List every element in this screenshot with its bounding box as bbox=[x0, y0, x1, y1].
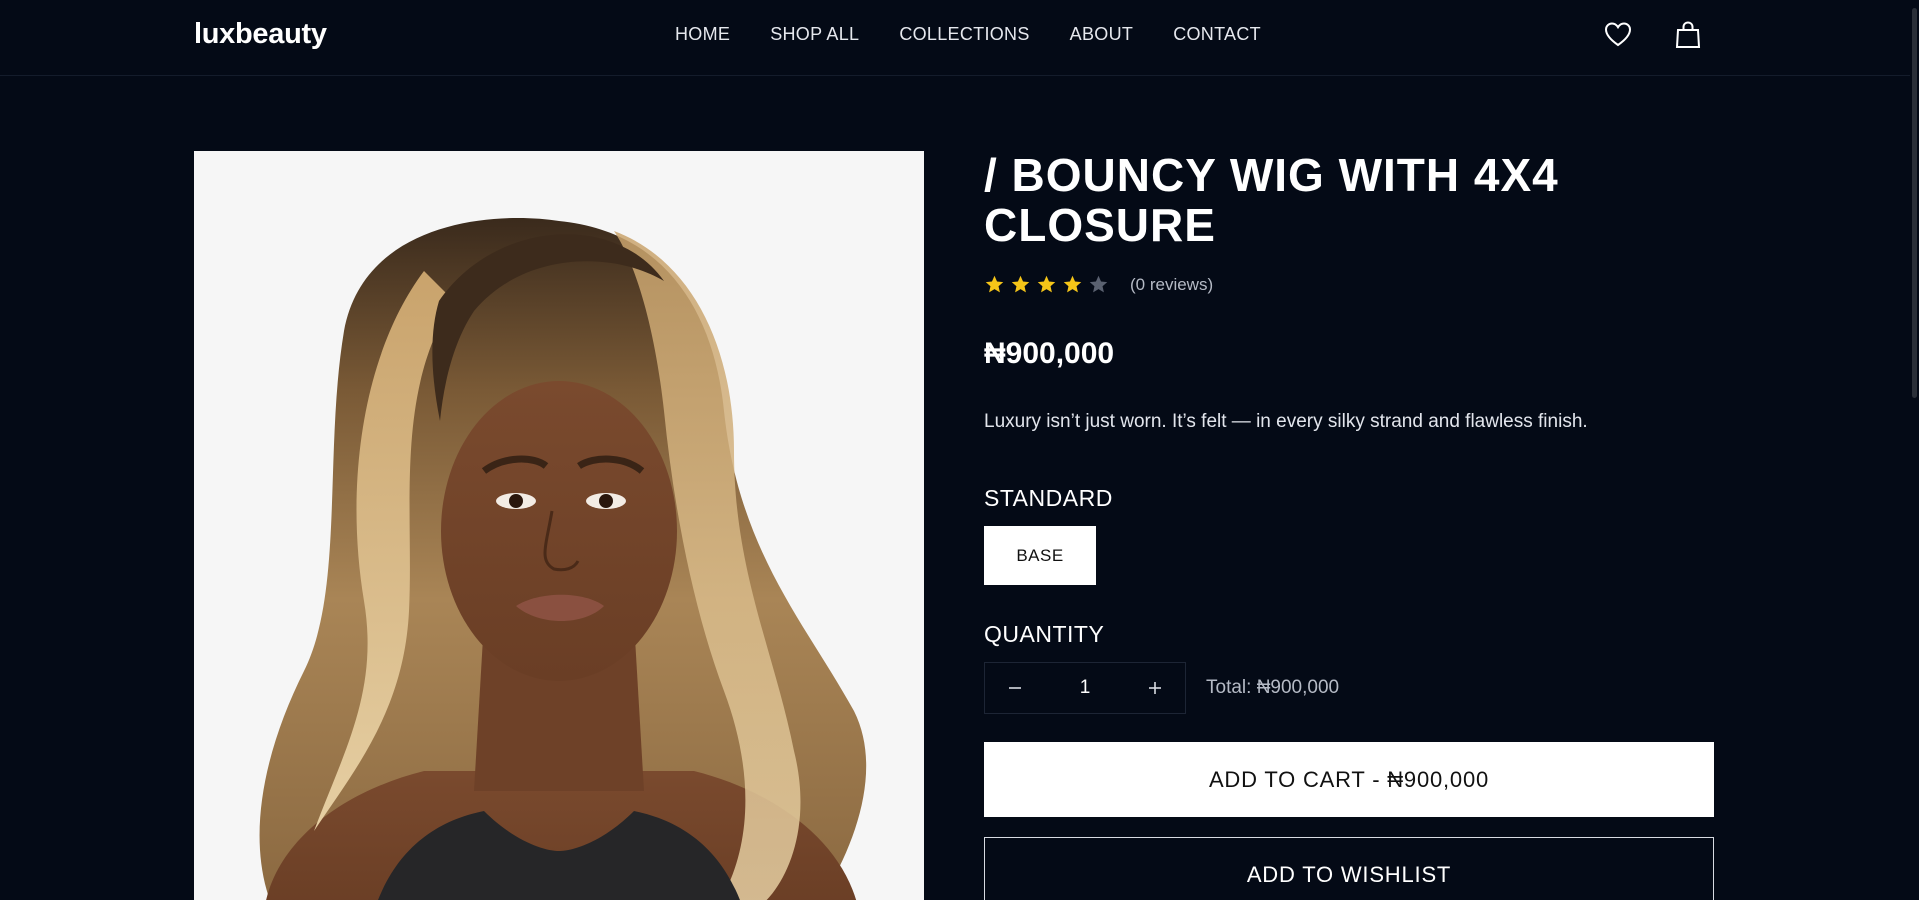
star-rating bbox=[984, 274, 1109, 295]
star-filled-icon bbox=[1063, 275, 1082, 293]
quantity-input[interactable] bbox=[1045, 677, 1125, 699]
quantity-label: QUANTITY bbox=[984, 621, 1105, 647]
product-price: ₦900,000 bbox=[984, 337, 1115, 370]
brand-logo[interactable]: luxbeauty bbox=[194, 18, 327, 51]
total-price: Total: ₦900,000 bbox=[1206, 677, 1340, 698]
decrease-quantity-button[interactable] bbox=[985, 663, 1045, 713]
nav-contact[interactable]: CONTACT bbox=[1173, 24, 1261, 45]
star-filled-icon bbox=[1037, 275, 1056, 293]
product-details: / BOUNCY WIG WITH 4X4 CLOSURE (0 reviews… bbox=[984, 150, 1714, 900]
variant-group-label: STANDARD bbox=[984, 485, 1113, 511]
nav-shop-all[interactable]: SHOP ALL bbox=[770, 24, 859, 45]
nav-collections[interactable]: COLLECTIONS bbox=[899, 24, 1029, 45]
plus-icon bbox=[1149, 682, 1161, 694]
reviews-count[interactable]: (0 reviews) bbox=[1130, 275, 1213, 295]
heart-icon[interactable] bbox=[1604, 20, 1632, 50]
quantity-row: Total: ₦900,000 bbox=[984, 662, 1714, 714]
increase-quantity-button[interactable] bbox=[1125, 663, 1185, 713]
add-to-cart-button[interactable]: ADD TO CART - ₦900,000 bbox=[984, 742, 1714, 817]
model-photo-illustration bbox=[259, 218, 867, 900]
product-description: Luxury isn’t just worn. It’s felt — in e… bbox=[984, 411, 1588, 432]
nav-home[interactable]: HOME bbox=[675, 24, 730, 45]
scrollbar-thumb[interactable] bbox=[1912, 8, 1917, 398]
page-scrollbar[interactable] bbox=[1910, 0, 1919, 900]
main-nav: HOME SHOP ALL COLLECTIONS ABOUT CONTACT bbox=[675, 24, 1261, 45]
quantity-stepper bbox=[984, 662, 1186, 714]
star-filled-icon bbox=[985, 275, 1004, 293]
nav-about[interactable]: ABOUT bbox=[1070, 24, 1134, 45]
product-title: / BOUNCY WIG WITH 4X4 CLOSURE bbox=[984, 149, 1559, 251]
shopping-bag-icon[interactable] bbox=[1674, 20, 1702, 50]
site-header: luxbeauty HOME SHOP ALL COLLECTIONS ABOU… bbox=[0, 0, 1910, 76]
minus-icon bbox=[1009, 687, 1021, 689]
star-filled-icon bbox=[1011, 275, 1030, 293]
variant-option-base[interactable]: BASE bbox=[984, 526, 1096, 585]
product-rating: (0 reviews) bbox=[984, 274, 1714, 295]
star-empty-icon bbox=[1089, 275, 1108, 293]
product-image[interactable] bbox=[194, 151, 924, 900]
add-to-wishlist-button[interactable]: ADD TO WISHLIST bbox=[984, 837, 1714, 900]
